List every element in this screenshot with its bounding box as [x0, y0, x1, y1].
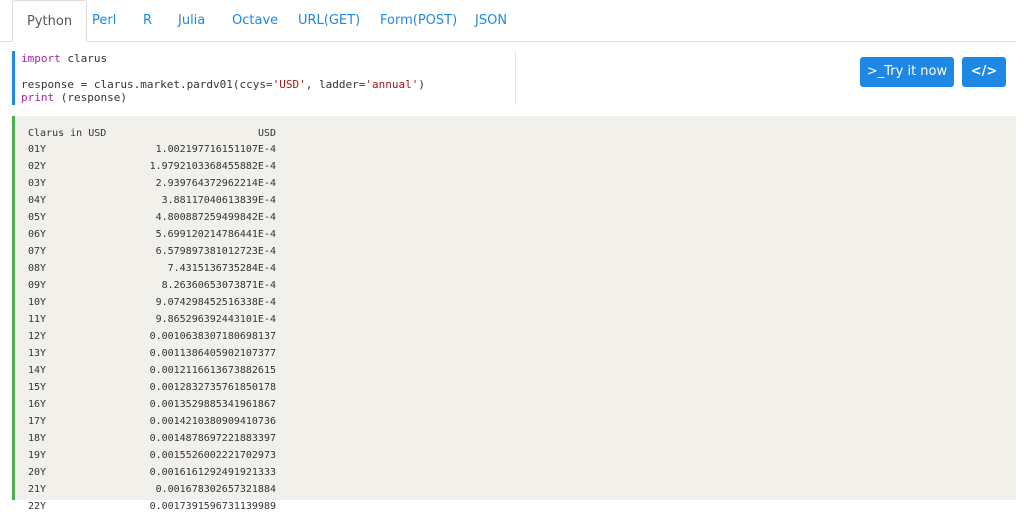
output-row: 01Y 1.002197716151107E-4	[28, 144, 276, 160]
output-row: 10Y 9.074298452516338E-4	[28, 297, 276, 313]
output-tenor: 04Y	[28, 195, 47, 206]
output-tenor: 09Y	[28, 280, 47, 291]
output-row: 15Y 0.0012832735761850178	[28, 382, 276, 398]
output-value: 0.0016161292491921333	[149, 467, 276, 478]
output-value: 0.0015526002221702973	[149, 450, 276, 461]
tab-octave[interactable]: Octave	[218, 0, 292, 41]
output-value: 0.0012832735761850178	[149, 382, 276, 393]
output-value: 0.0010638307180698137	[149, 331, 276, 342]
output-tenor: 19Y	[28, 450, 47, 461]
output-tenor: 21Y	[28, 484, 47, 495]
code-keyword: print	[21, 91, 55, 104]
output-value: 0.0017391596731139989	[149, 501, 276, 512]
output-tenor: 07Y	[28, 246, 47, 257]
tab-python[interactable]: Python	[12, 0, 88, 42]
output-row: 06Y 5.699120214786441E-4	[28, 229, 276, 245]
output-value: 0.0012116613673882615	[149, 365, 276, 376]
code-string: 'USD'	[272, 78, 306, 91]
output-tenor: 17Y	[28, 416, 47, 427]
output-value: 0.0013529885341961867	[149, 399, 276, 410]
code-text: clarus	[60, 52, 108, 65]
try-it-now-button[interactable]: >_Try it now	[860, 57, 954, 87]
output-row: 02Y 1.9792103368455882E-4	[28, 161, 276, 177]
output-value: 4.800887259499842E-4	[155, 212, 276, 223]
output-header: Clarus in USD USD	[28, 128, 276, 144]
output-row: 09Y 8.26360653073871E-4	[28, 280, 276, 296]
code-editor[interactable]: import clarus response = clarus.market.p…	[12, 51, 516, 105]
tab-r[interactable]: R	[129, 0, 166, 41]
tab-form-post[interactable]: Form(POST)	[366, 0, 471, 41]
code-keyword: import	[21, 52, 61, 65]
output-value: 3.88117040613839E-4	[161, 195, 276, 206]
tab-julia[interactable]: Julia	[164, 0, 219, 41]
language-tabs: Python Perl R Julia Octave URL(GET) Form…	[0, 0, 1016, 42]
output-value: 6.579897381012723E-4	[155, 246, 276, 257]
code-line-print: print (response)	[21, 91, 127, 104]
code-string: 'annual'	[365, 78, 419, 91]
output-value: 9.074298452516338E-4	[155, 297, 276, 308]
output-value: 2.939764372962214E-4	[155, 178, 276, 189]
output-row: 08Y 7.4315136735284E-4	[28, 263, 276, 279]
output-tenor: 05Y	[28, 212, 47, 223]
output-value: 0.0014210380909410736	[149, 416, 276, 427]
code-line-import: import clarus	[21, 52, 107, 65]
output-tenor: 01Y	[28, 144, 47, 155]
output-row: 04Y 3.88117040613839E-4	[28, 195, 276, 211]
output-row: 19Y 0.0015526002221702973	[28, 450, 276, 466]
output-value: 8.26360653073871E-4	[161, 280, 276, 291]
output-row: 17Y 0.0014210380909410736	[28, 416, 276, 432]
tab-perl[interactable]: Perl	[78, 0, 130, 41]
view-code-button[interactable]: </>	[962, 57, 1006, 87]
output-tenor: 16Y	[28, 399, 47, 410]
code-line-call: response = clarus.market.pardv01(ccys='U…	[21, 78, 425, 91]
output-tenor: 18Y	[28, 433, 47, 444]
output-tenor: 06Y	[28, 229, 47, 240]
output-value: 0.0011386405902107377	[149, 348, 276, 359]
output-tenor: 03Y	[28, 178, 47, 189]
output-value: 1.9792103368455882E-4	[149, 161, 276, 172]
output-tenor: 22Y	[28, 501, 47, 512]
output-row: 21Y 0.001678302657321884	[28, 484, 276, 500]
output-row: 07Y 6.579897381012723E-4	[28, 246, 276, 262]
output-row: 22Y 0.0017391596731139989	[28, 501, 276, 517]
output-tenor: 14Y	[28, 365, 47, 376]
output-row: 03Y 2.939764372962214E-4	[28, 178, 276, 194]
output-row: 12Y 0.0010638307180698137	[28, 331, 276, 347]
output-row: 05Y 4.800887259499842E-4	[28, 212, 276, 228]
output-panel: Clarus in USD USD 01Y 1.002197716151107E-…	[12, 116, 1016, 512]
output-tenor: 11Y	[28, 314, 47, 325]
code-text: (response)	[54, 91, 127, 104]
output-tenor: 12Y	[28, 331, 47, 342]
output-value: 9.865296392443101E-4	[155, 314, 276, 325]
output-value: 5.699120214786441E-4	[155, 229, 276, 240]
code-text: , ladder=	[305, 78, 366, 91]
output-value: 0.0014878697221883397	[149, 433, 276, 444]
output-header-label: Clarus in USD	[28, 128, 107, 139]
output-row: 14Y 0.0012116613673882615	[28, 365, 276, 381]
output-tenor: 13Y	[28, 348, 47, 359]
output-row: 20Y 0.0016161292491921333	[28, 467, 276, 483]
output-row: 13Y 0.0011386405902107377	[28, 348, 276, 364]
tab-json[interactable]: JSON	[461, 0, 521, 41]
output-row: 18Y 0.0014878697221883397	[28, 433, 276, 449]
output-value: 1.002197716151107E-4	[155, 144, 276, 155]
output-value: 0.001678302657321884	[155, 484, 276, 495]
output-row: 16Y 0.0013529885341961867	[28, 399, 276, 415]
code-text: response = clarus.market.pardv01(ccys=	[21, 78, 273, 91]
output-tenor: 08Y	[28, 263, 47, 274]
output-tenor: 15Y	[28, 382, 47, 393]
output-tenor: 02Y	[28, 161, 47, 172]
output-tenor: 20Y	[28, 467, 47, 478]
output-header-value: USD	[257, 128, 276, 139]
output-value: 7.4315136735284E-4	[167, 263, 276, 274]
tab-url-get[interactable]: URL(GET)	[284, 0, 374, 41]
code-text: )	[418, 78, 426, 91]
output-tenor: 10Y	[28, 297, 47, 308]
output-row: 11Y 9.865296392443101E-4	[28, 314, 276, 330]
